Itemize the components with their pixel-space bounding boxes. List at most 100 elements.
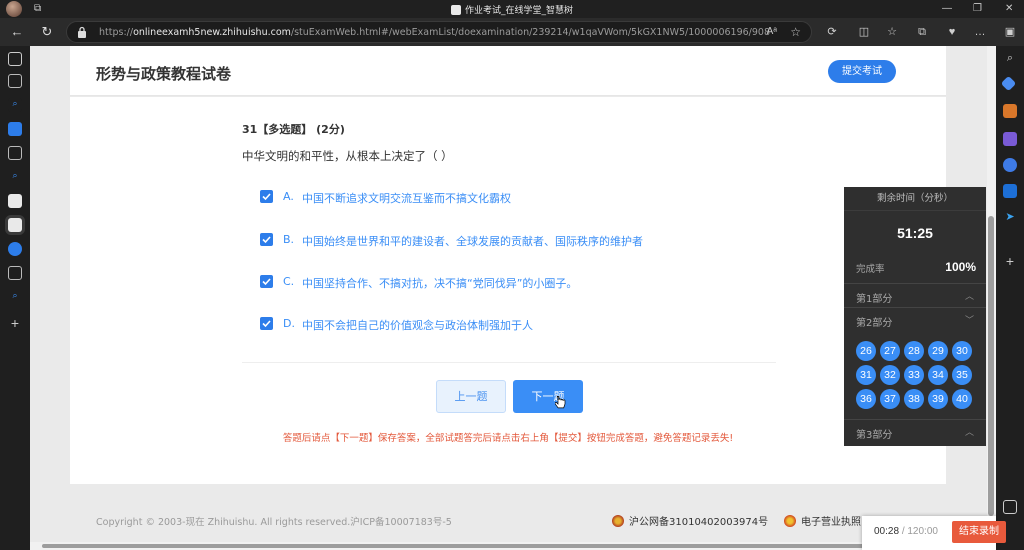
question-number-button[interactable]: 26	[856, 341, 876, 361]
shopping-tag-icon[interactable]	[1000, 75, 1017, 92]
section-3-toggle[interactable]: 第3部分 ︿	[844, 419, 986, 443]
question-number-button[interactable]: 37	[880, 389, 900, 409]
question-number-button[interactable]: 27	[880, 341, 900, 361]
question-number-button[interactable]: 36	[856, 389, 876, 409]
question-text: 中华文明的和平性，从根本上决定了（ ）	[242, 149, 453, 163]
sidebar-toggle-icon[interactable]: ▣	[1002, 24, 1018, 40]
read-aloud-icon[interactable]: Aᵃ	[767, 26, 777, 37]
copyright-text: Copyright © 2003-现在 Zhihuishu. All right…	[96, 517, 452, 528]
question-header: 31【多选题】 (2分)	[242, 123, 345, 136]
question-card: 31【多选题】 (2分) 中华文明的和平性，从根本上决定了（ ） A. 中国不断…	[70, 97, 946, 484]
search-tab-icon[interactable]: ⌕	[8, 290, 22, 304]
completion-rate-value: 100%	[945, 260, 976, 274]
chevron-up-icon: ︿	[964, 427, 974, 437]
address-bar[interactable]: https://onlineexamh5new.zhihuishu.com/st…	[66, 21, 812, 43]
option-text: 中国不断追求文明交流互鉴而不搞文化霸权	[302, 192, 511, 205]
tab-favicon-icon[interactable]	[8, 74, 22, 88]
question-number-button[interactable]: 34	[928, 365, 948, 385]
section-2-toggle[interactable]: 第2部分 ﹀	[844, 307, 986, 331]
time-remaining-value: 51:25	[897, 225, 933, 241]
business-license-link[interactable]: 电子营业执照	[784, 513, 861, 528]
option-letter: B.	[283, 233, 295, 246]
extension-icon[interactable]: ⟳	[824, 24, 840, 40]
vertical-scrollbar-thumb[interactable]	[988, 216, 994, 516]
checkbox-checked[interactable]	[260, 233, 273, 246]
checkbox-checked[interactable]	[260, 190, 273, 203]
end-recording-button[interactable]: 结束录制	[952, 521, 1006, 543]
sidebar-settings-icon[interactable]	[1003, 500, 1017, 514]
option-letter: D.	[283, 317, 295, 330]
back-arrow-icon[interactable]: ←	[8, 23, 26, 41]
submit-exam-button[interactable]: 提交考试	[828, 60, 896, 83]
checkbox-checked[interactable]	[260, 275, 273, 288]
horizontal-scrollbar[interactable]	[30, 542, 987, 550]
horizontal-scrollbar-thumb[interactable]	[42, 544, 972, 548]
question-number-button[interactable]: 32	[880, 365, 900, 385]
restore-icon[interactable]: ❐	[973, 3, 982, 14]
public-security-record-link[interactable]: 沪公网备31010402003974号	[612, 513, 768, 528]
tab-favicon-icon[interactable]	[8, 122, 22, 136]
close-icon[interactable]: ✕	[1005, 3, 1013, 14]
tools-briefcase-icon[interactable]	[1003, 104, 1017, 118]
chevron-up-icon: ︿	[964, 291, 974, 301]
more-menu-icon[interactable]: …	[972, 24, 988, 40]
tab-favicon-icon[interactable]	[8, 266, 22, 280]
section-label: 第2部分	[856, 318, 893, 329]
split-screen-icon[interactable]: ◫	[856, 24, 872, 40]
chevron-down-icon: ﹀	[964, 315, 974, 325]
option-letter: A.	[283, 190, 294, 203]
question-number-button[interactable]: 38	[904, 389, 924, 409]
option-text: 中国始终是世界和平的建设者、全球发展的贡献者、国际秩序的维护者	[302, 235, 643, 248]
search-tab-icon[interactable]: ⌕	[8, 170, 22, 184]
favorite-star-icon[interactable]: ☆	[790, 25, 801, 39]
option-letter: C.	[283, 275, 295, 288]
games-icon[interactable]	[1003, 132, 1017, 146]
question-number-button[interactable]: 40	[952, 389, 972, 409]
tab-actions-icon[interactable]	[8, 52, 22, 66]
browser-essentials-icon[interactable]: ♥	[944, 24, 960, 40]
divider	[242, 362, 776, 363]
page-footer: Copyright © 2003-现在 Zhihuishu. All right…	[70, 484, 946, 550]
next-question-button[interactable]: 下一题	[513, 380, 583, 413]
police-emblem-icon	[612, 515, 624, 527]
question-number-button[interactable]: 39	[928, 389, 948, 409]
completion-rate-label: 完成率	[856, 264, 885, 275]
question-number-button[interactable]: 29	[928, 341, 948, 361]
exam-header: 形势与政策教程试卷 提交考试	[70, 46, 946, 96]
add-sidebar-app-plus-icon[interactable]: +	[1003, 254, 1017, 268]
question-number-button[interactable]: 30	[952, 341, 972, 361]
zhihuishu-favicon-icon	[450, 5, 461, 15]
question-number-button[interactable]: 33	[904, 365, 924, 385]
recording-bar: 00:28 / 120:00 结束录制	[862, 516, 1006, 550]
section-1-toggle[interactable]: 第1部分 ︿	[844, 283, 986, 307]
vertical-tabs-sidebar: ⌕ ⌕ ⌕ +	[0, 46, 30, 550]
active-tab-favicon-icon[interactable]	[8, 218, 22, 232]
answer-sheet-panel: 剩余时间（分秒） 51:25 完成率 100% 第1部分 ︿ 第2部分 ﹀ 26…	[844, 187, 986, 446]
section-label: 第3部分	[856, 430, 893, 441]
question-number-button[interactable]: 31	[856, 365, 876, 385]
option-text: 中国不会把自己的价值观念与政治体制强加于人	[302, 319, 533, 332]
prev-question-button[interactable]: 上一题	[436, 380, 506, 413]
option-text: 中国坚持合作、不搞对抗，决不搞“党同伐异”的小圈子。	[302, 277, 578, 290]
question-number-button[interactable]: 28	[904, 341, 924, 361]
minimize-icon[interactable]: —	[942, 3, 952, 14]
outlook-icon[interactable]	[1003, 184, 1017, 198]
collections-icon[interactable]: ⧉	[914, 24, 930, 40]
search-tab-icon[interactable]: ⌕	[8, 98, 22, 112]
lock-icon	[78, 26, 86, 38]
favorites-icon[interactable]: ☆	[884, 24, 900, 40]
copilot-icon[interactable]	[1003, 158, 1017, 172]
new-tab-plus-icon[interactable]: +	[8, 316, 22, 330]
business-license-icon	[784, 515, 796, 527]
hand-cursor-icon	[555, 396, 566, 409]
question-number-button[interactable]: 35	[952, 365, 972, 385]
tab-favicon-icon[interactable]	[8, 146, 22, 160]
checkbox-checked[interactable]	[260, 317, 273, 330]
send-icon[interactable]: ➤	[1003, 210, 1017, 224]
section-label: 第1部分	[856, 294, 893, 305]
refresh-icon[interactable]: ↻	[38, 23, 56, 41]
tab-favicon-icon[interactable]	[8, 194, 22, 208]
search-icon[interactable]: ⌕	[1003, 52, 1017, 66]
tab-favicon-icon[interactable]	[8, 242, 22, 256]
page-title: 形势与政策教程试卷	[96, 65, 232, 83]
